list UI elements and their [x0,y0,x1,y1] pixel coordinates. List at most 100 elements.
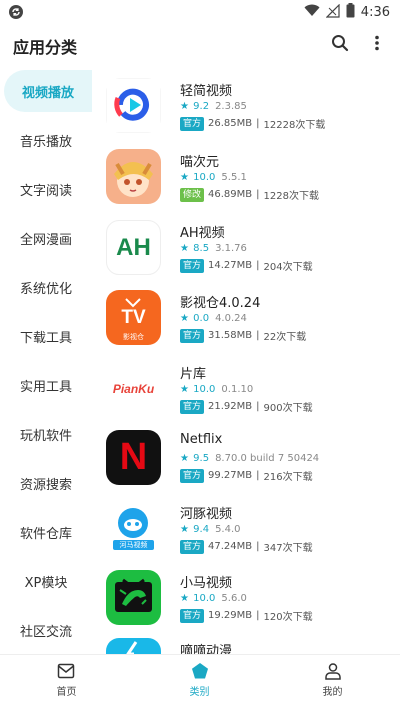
star-icon: ★ [180,313,189,324]
app-list: 轻简视频 ★ 9.2 2.3.85 官方 26.85MB | 12228次下载 喵次元 … [92,66,400,654]
list-item[interactable]: 轻简视频 ★ 9.2 2.3.85 官方 26.85MB | 12228次下载 [92,78,400,148]
download-count: 900次下载 [263,403,313,414]
list-item[interactable]: N Netflix ★ 9.5 8.70.0 build 7 50424 官方 99… [92,430,400,500]
app-rating: ★ 10.0 0.1.10 [180,384,253,395]
app-name: 影视仓4.0.24 [180,296,261,311]
app-name: 轻简视频 [180,84,233,99]
status-badge: 官方 [180,399,205,414]
app-rating: ★ 10.0 5.6.0 [180,593,247,604]
status-badge: 官方 [180,539,205,554]
xiaoma-icon [106,570,161,625]
sidebar-item-video[interactable]: 视频播放 [4,70,92,112]
sidebar-item-phone-tweaks[interactable]: 玩机软件 [0,413,92,455]
nav-category[interactable]: 类别 [133,655,266,701]
wifi-icon [304,4,320,21]
sidebar-item-label: 玩机软件 [19,428,72,444]
app-name: 小马视频 [180,576,233,591]
app-size: 19.29MB [208,610,253,621]
app-size: 14.27MB [208,260,253,271]
app-size: 26.85MB [208,118,253,129]
pianku-icon-text: PianKu [112,381,155,396]
rating-value: 9.4 [193,524,210,535]
sidebar-item-comics[interactable]: 全网漫画 [0,217,92,259]
app-meta: 官方 99.27MB | 216次下载 [180,468,313,483]
list-item[interactable]: 小马视频 ★ 10.0 5.6.0 官方 19.29MB | 120次下载 [92,570,400,640]
nav-home-label: 首页 [56,687,77,698]
star-icon: ★ [180,593,189,604]
star-icon: ★ [180,101,189,112]
sidebar-item-label: 音乐播放 [19,134,72,150]
rating-value: 8.5 [193,243,210,254]
app-rating: ★ 9.4 5.4.0 [180,524,241,535]
sidebar-item-label: 实用工具 [19,379,72,395]
app-rating: ★ 0.0 4.0.24 [180,313,247,324]
download-count: 347次下载 [263,543,313,554]
app-size: 47.24MB [208,541,253,552]
status-badge: 官方 [180,608,205,623]
sidebar-item-label: 社区交流 [19,624,72,640]
app-name: AH视频 [180,226,225,241]
nav-home[interactable]: 首页 [0,655,133,701]
sidebar-item-xp-modules[interactable]: XP模块 [0,560,92,602]
app-name: 喵次元 [180,155,220,170]
sidebar-item-music[interactable]: 音乐播放 [0,119,92,161]
app-bar: 应用分类 [0,24,400,66]
rating-value: 9.5 [193,453,210,464]
sidebar-item-system[interactable]: 系统优化 [0,266,92,308]
app-name: 河豚视频 [180,507,233,522]
sidebar-item-label: XP模块 [24,575,68,591]
person-icon [324,662,342,684]
sidebar-item-community[interactable]: 社区交流 [0,609,92,651]
sidebar-item-software-repo[interactable]: 软件仓库 [0,511,92,553]
list-item[interactable]: PianKu 片库 ★ 10.0 0.1.10 官方 21.92MB | 900次下载 [92,361,400,431]
star-icon: ★ [180,384,189,395]
app-size: 99.27MB [208,470,253,481]
category-sidebar: 视频播放 音乐播放 文字阅读 全网漫画 系统优化 下载工具 实用工具 玩机软件 … [0,66,92,654]
search-icon[interactable] [331,34,349,56]
app-version: 5.5.1 [221,172,247,183]
app-version: 8.70.0 build 7 50424 [215,453,320,464]
icon-subtext: 影视仓 [123,333,144,341]
download-count: 120次下载 [263,612,313,623]
sidebar-item-resource-search[interactable]: 资源搜索 [0,462,92,504]
sidebar-item-label: 视频播放 [21,85,74,101]
star-icon: ★ [180,243,189,254]
list-item[interactable]: 喵次元 ★ 10.0 5.5.1 修改 46.89MB | 1228次下载 [92,149,400,219]
sidebar-item-reading[interactable]: 文字阅读 [0,168,92,210]
sidebar-item-label: 资源搜索 [19,477,72,493]
list-item[interactable]: TV 影视仓 影视仓4.0.24 ★ 0.0 4.0.24 官方 31.58MB | 2… [92,290,400,360]
nav-profile-label: 我的 [322,687,343,698]
status-badge: 官方 [180,468,205,483]
bottom-navigation: 首页 类别 我的 [0,654,400,700]
app-version: 5.6.0 [221,593,247,604]
rating-value: 10.0 [193,593,216,604]
status-time: 4:36 [360,5,390,20]
status-bar: 4:36 [0,0,400,24]
sidebar-item-download[interactable]: 下载工具 [0,315,92,357]
hetun-icon: 河马视频 [106,501,161,556]
ah-icon-text: AH [116,233,151,261]
list-item[interactable]: 嘀嘀动漫 [92,638,400,654]
app-rating: ★ 8.5 3.1.76 [180,243,247,254]
signal-icon [325,3,340,22]
app-meta: 修改 46.89MB | 1228次下载 [180,187,319,202]
more-menu-icon[interactable] [374,35,380,55]
battery-icon [346,3,355,22]
rating-value: 10.0 [193,172,216,183]
sidebar-item-label: 软件仓库 [19,526,72,542]
list-item[interactable]: 河马视频 河豚视频 ★ 9.4 5.4.0 官方 47.24MB | 347次下载 [92,501,400,571]
nav-profile[interactable]: 我的 [266,655,399,701]
didi-icon [106,638,161,654]
app-version: 4.0.24 [215,313,247,324]
status-badge: 官方 [180,328,205,343]
download-count: 216次下载 [263,472,313,483]
app-meta: 官方 31.58MB | 22次下载 [180,328,306,343]
icon-subtext: 河马视频 [119,541,148,549]
app-meta: 官方 47.24MB | 347次下载 [180,539,313,554]
app-meta: 官方 19.29MB | 120次下载 [180,608,313,623]
sidebar-item-tools[interactable]: 实用工具 [0,364,92,406]
rating-value: 0.0 [193,313,210,324]
app-size: 46.89MB [208,189,253,200]
list-item[interactable]: AH AH视频 ★ 8.5 3.1.76 官方 14.27MB | 204次下载 [92,220,400,290]
qingjian-icon [106,78,161,133]
